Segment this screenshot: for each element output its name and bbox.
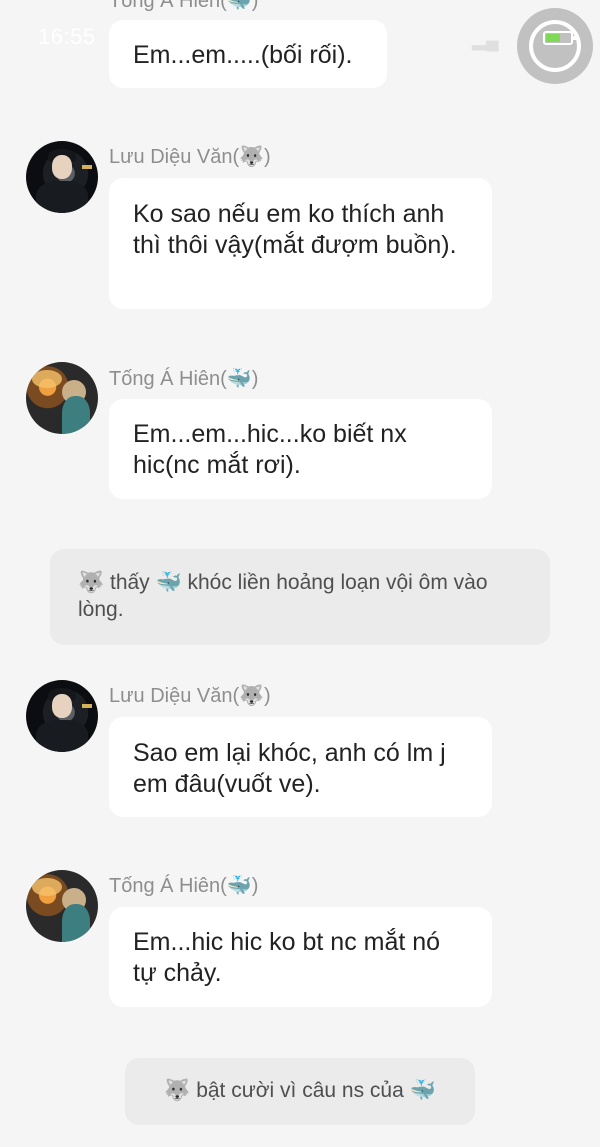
message-text: Sao em lại khóc, anh có lm j em đâu(vuốt… [133,739,446,798]
message-text: Ko sao nếu em ko thích anh thì thôi vậy(… [133,200,457,259]
signal-icon: ▂▄ [472,30,499,50]
avatar[interactable] [26,680,98,752]
sender-name: Lưu Diệu Văn(🐺) [109,685,271,707]
battery-icon [543,31,576,45]
message-text: Em...em.....(bối rối). [133,41,353,69]
message-bubble[interactable]: Sao em lại khóc, anh có lm j em đâu(vuốt… [109,717,492,817]
sender-name: Tống Á Hiên(🐳) [109,0,259,12]
avatar[interactable] [26,362,98,434]
narration-text: 🐺 bật cười vì câu ns của 🐳 [164,1079,436,1102]
message-text: Em...em...hic...ko biết nx hic(nc mắt rơ… [133,420,407,479]
message-bubble[interactable]: Em...hic hic ko bt nc mắt nó tự chảy. [109,907,492,1007]
avatar[interactable] [26,141,98,213]
message-bubble[interactable]: Em...em.....(bối rối). [109,20,387,88]
sender-name: Tống Á Hiên(🐳) [109,368,259,390]
narration-text: 🐺 thấy 🐳 khóc liền hoảng loạn vội ôm vào… [78,571,488,621]
floating-assistant-button[interactable] [517,8,593,84]
sender-name: Lưu Diệu Văn(🐺) [109,146,271,168]
sender-name: Tống Á Hiên(🐳) [109,875,259,897]
avatar[interactable] [26,870,98,942]
status-bar-time: 16:55 [38,24,96,49]
narration-note[interactable]: 🐺 thấy 🐳 khóc liền hoảng loạn vội ôm vào… [50,549,550,645]
message-bubble[interactable]: Ko sao nếu em ko thích anh thì thôi vậy(… [109,178,492,309]
message-bubble[interactable]: Em...em...hic...ko biết nx hic(nc mắt rơ… [109,399,492,499]
message-text: Em...hic hic ko bt nc mắt nó tự chảy. [133,928,441,987]
narration-note[interactable]: 🐺 bật cười vì câu ns của 🐳 [125,1058,475,1125]
